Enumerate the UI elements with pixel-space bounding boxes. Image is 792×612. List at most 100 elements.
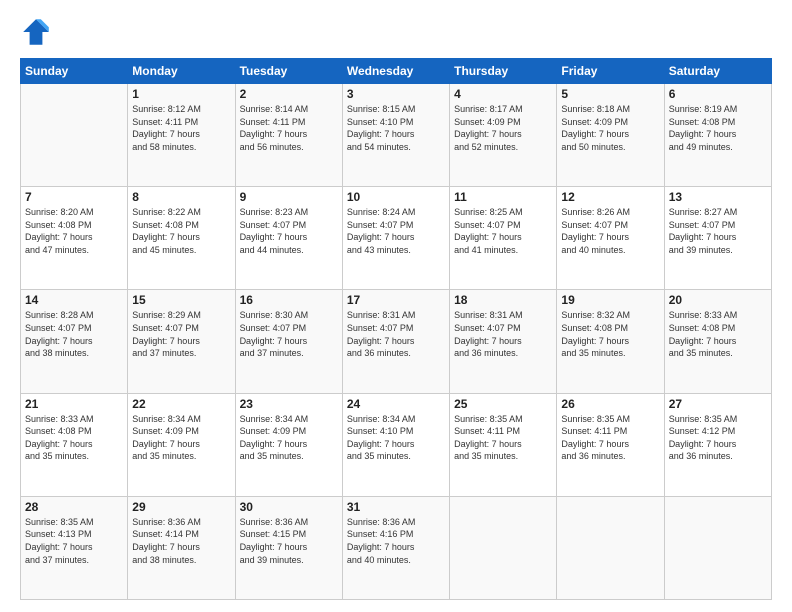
- day-info: Sunrise: 8:20 AM Sunset: 4:08 PM Dayligh…: [25, 206, 123, 256]
- calendar-cell: [557, 496, 664, 599]
- calendar-cell: 20Sunrise: 8:33 AM Sunset: 4:08 PM Dayli…: [664, 290, 771, 393]
- day-number: 16: [240, 293, 338, 307]
- calendar-table: SundayMondayTuesdayWednesdayThursdayFrid…: [20, 58, 772, 600]
- calendar-cell: 3 Sunrise: 8:15 AM Sunset: 4:10 PM Daylig…: [342, 84, 449, 187]
- day-info: Sunrise: 8:18 AM Sunset: 4:09 PM Dayligh…: [561, 103, 659, 153]
- day-info: Sunrise: 8:25 AM Sunset: 4:07 PM Dayligh…: [454, 206, 552, 256]
- day-number: 1: [132, 87, 230, 101]
- day-number: 30: [240, 500, 338, 514]
- calendar-cell: [664, 496, 771, 599]
- day-number: 5: [561, 87, 659, 101]
- day-number: 31: [347, 500, 445, 514]
- calendar-cell: 15 Sunrise: 8:29 AM Sunset: 4:07 PM Dayli…: [128, 290, 235, 393]
- day-number: 6: [669, 87, 767, 101]
- calendar-cell: 27 Sunrise: 8:35 AM Sunset: 4:12 PM Dayli…: [664, 393, 771, 496]
- calendar-cell: 25 Sunrise: 8:35 AM Sunset: 4:11 PM Dayli…: [450, 393, 557, 496]
- day-info: Sunrise: 8:27 AM Sunset: 4:07 PM Dayligh…: [669, 206, 767, 256]
- calendar-cell: 1 Sunrise: 8:12 AM Sunset: 4:11 PM Daylig…: [128, 84, 235, 187]
- day-info: Sunrise: 8:34 AM Sunset: 4:09 PM Dayligh…: [240, 413, 338, 463]
- calendar-header: SundayMondayTuesdayWednesdayThursdayFrid…: [21, 59, 772, 84]
- day-header-sunday: Sunday: [21, 59, 128, 84]
- calendar-cell: 6 Sunrise: 8:19 AM Sunset: 4:08 PM Daylig…: [664, 84, 771, 187]
- logo: [20, 16, 56, 48]
- calendar-cell: 12 Sunrise: 8:26 AM Sunset: 4:07 PM Dayli…: [557, 187, 664, 290]
- day-info: Sunrise: 8:26 AM Sunset: 4:07 PM Dayligh…: [561, 206, 659, 256]
- day-info: Sunrise: 8:35 AM Sunset: 4:13 PM Dayligh…: [25, 516, 123, 566]
- day-info: Sunrise: 8:24 AM Sunset: 4:07 PM Dayligh…: [347, 206, 445, 256]
- header-row: SundayMondayTuesdayWednesdayThursdayFrid…: [21, 59, 772, 84]
- week-row-0: 1 Sunrise: 8:12 AM Sunset: 4:11 PM Daylig…: [21, 84, 772, 187]
- day-number: 29: [132, 500, 230, 514]
- day-number: 25: [454, 397, 552, 411]
- calendar-cell: [21, 84, 128, 187]
- day-number: 13: [669, 190, 767, 204]
- calendar-cell: 28Sunrise: 8:35 AM Sunset: 4:13 PM Dayli…: [21, 496, 128, 599]
- day-info: Sunrise: 8:36 AM Sunset: 4:14 PM Dayligh…: [132, 516, 230, 566]
- calendar-cell: [450, 496, 557, 599]
- logo-icon: [20, 16, 52, 48]
- day-info: Sunrise: 8:15 AM Sunset: 4:10 PM Dayligh…: [347, 103, 445, 153]
- day-number: 27: [669, 397, 767, 411]
- calendar-cell: 10 Sunrise: 8:24 AM Sunset: 4:07 PM Dayli…: [342, 187, 449, 290]
- calendar-cell: 11Sunrise: 8:25 AM Sunset: 4:07 PM Dayli…: [450, 187, 557, 290]
- day-info: Sunrise: 8:34 AM Sunset: 4:10 PM Dayligh…: [347, 413, 445, 463]
- calendar-cell: 21 Sunrise: 8:33 AM Sunset: 4:08 PM Dayli…: [21, 393, 128, 496]
- calendar-cell: 16 Sunrise: 8:30 AM Sunset: 4:07 PM Dayli…: [235, 290, 342, 393]
- calendar-cell: 29 Sunrise: 8:36 AM Sunset: 4:14 PM Dayli…: [128, 496, 235, 599]
- day-info: Sunrise: 8:31 AM Sunset: 4:07 PM Dayligh…: [454, 309, 552, 359]
- day-number: 21: [25, 397, 123, 411]
- day-info: Sunrise: 8:35 AM Sunset: 4:11 PM Dayligh…: [454, 413, 552, 463]
- day-number: 14: [25, 293, 123, 307]
- day-info: Sunrise: 8:19 AM Sunset: 4:08 PM Dayligh…: [669, 103, 767, 153]
- day-header-monday: Monday: [128, 59, 235, 84]
- day-info: Sunrise: 8:36 AM Sunset: 4:15 PM Dayligh…: [240, 516, 338, 566]
- day-info: Sunrise: 8:34 AM Sunset: 4:09 PM Dayligh…: [132, 413, 230, 463]
- day-info: Sunrise: 8:17 AM Sunset: 4:09 PM Dayligh…: [454, 103, 552, 153]
- calendar-body: 1 Sunrise: 8:12 AM Sunset: 4:11 PM Daylig…: [21, 84, 772, 600]
- calendar-cell: 14Sunrise: 8:28 AM Sunset: 4:07 PM Dayli…: [21, 290, 128, 393]
- calendar-cell: 23Sunrise: 8:34 AM Sunset: 4:09 PM Dayli…: [235, 393, 342, 496]
- day-number: 20: [669, 293, 767, 307]
- day-number: 19: [561, 293, 659, 307]
- day-info: Sunrise: 8:35 AM Sunset: 4:11 PM Dayligh…: [561, 413, 659, 463]
- day-info: Sunrise: 8:12 AM Sunset: 4:11 PM Dayligh…: [132, 103, 230, 153]
- day-header-tuesday: Tuesday: [235, 59, 342, 84]
- calendar-cell: 30 Sunrise: 8:36 AM Sunset: 4:15 PM Dayli…: [235, 496, 342, 599]
- calendar-cell: 18Sunrise: 8:31 AM Sunset: 4:07 PM Dayli…: [450, 290, 557, 393]
- day-info: Sunrise: 8:14 AM Sunset: 4:11 PM Dayligh…: [240, 103, 338, 153]
- day-number: 24: [347, 397, 445, 411]
- day-number: 12: [561, 190, 659, 204]
- calendar-cell: 4 Sunrise: 8:17 AM Sunset: 4:09 PM Daylig…: [450, 84, 557, 187]
- day-number: 9: [240, 190, 338, 204]
- calendar-cell: 19 Sunrise: 8:32 AM Sunset: 4:08 PM Dayli…: [557, 290, 664, 393]
- day-number: 22: [132, 397, 230, 411]
- calendar-cell: 17Sunrise: 8:31 AM Sunset: 4:07 PM Dayli…: [342, 290, 449, 393]
- day-info: Sunrise: 8:31 AM Sunset: 4:07 PM Dayligh…: [347, 309, 445, 359]
- day-info: Sunrise: 8:29 AM Sunset: 4:07 PM Dayligh…: [132, 309, 230, 359]
- calendar-cell: 2Sunrise: 8:14 AM Sunset: 4:11 PM Daylig…: [235, 84, 342, 187]
- calendar-cell: 22 Sunrise: 8:34 AM Sunset: 4:09 PM Dayli…: [128, 393, 235, 496]
- day-info: Sunrise: 8:30 AM Sunset: 4:07 PM Dayligh…: [240, 309, 338, 359]
- day-header-saturday: Saturday: [664, 59, 771, 84]
- day-number: 15: [132, 293, 230, 307]
- calendar-cell: 13 Sunrise: 8:27 AM Sunset: 4:07 PM Dayli…: [664, 187, 771, 290]
- day-number: 3: [347, 87, 445, 101]
- calendar-cell: 5 Sunrise: 8:18 AM Sunset: 4:09 PM Daylig…: [557, 84, 664, 187]
- day-info: Sunrise: 8:33 AM Sunset: 4:08 PM Dayligh…: [25, 413, 123, 463]
- day-header-friday: Friday: [557, 59, 664, 84]
- day-info: Sunrise: 8:23 AM Sunset: 4:07 PM Dayligh…: [240, 206, 338, 256]
- week-row-2: 14Sunrise: 8:28 AM Sunset: 4:07 PM Dayli…: [21, 290, 772, 393]
- day-info: Sunrise: 8:22 AM Sunset: 4:08 PM Dayligh…: [132, 206, 230, 256]
- calendar-cell: 7 Sunrise: 8:20 AM Sunset: 4:08 PM Daylig…: [21, 187, 128, 290]
- calendar-cell: 8Sunrise: 8:22 AM Sunset: 4:08 PM Daylig…: [128, 187, 235, 290]
- week-row-3: 21 Sunrise: 8:33 AM Sunset: 4:08 PM Dayli…: [21, 393, 772, 496]
- week-row-1: 7 Sunrise: 8:20 AM Sunset: 4:08 PM Daylig…: [21, 187, 772, 290]
- calendar-cell: 24 Sunrise: 8:34 AM Sunset: 4:10 PM Dayli…: [342, 393, 449, 496]
- day-number: 7: [25, 190, 123, 204]
- day-info: Sunrise: 8:36 AM Sunset: 4:16 PM Dayligh…: [347, 516, 445, 566]
- day-info: Sunrise: 8:35 AM Sunset: 4:12 PM Dayligh…: [669, 413, 767, 463]
- day-number: 4: [454, 87, 552, 101]
- header: [20, 16, 772, 48]
- day-info: Sunrise: 8:32 AM Sunset: 4:08 PM Dayligh…: [561, 309, 659, 359]
- day-number: 10: [347, 190, 445, 204]
